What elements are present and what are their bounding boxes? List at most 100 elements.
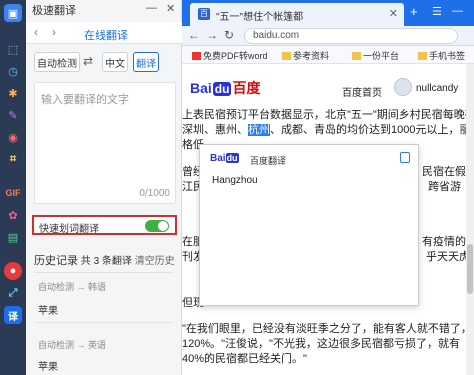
history-item-langs: 自动检测 → 韩语 — [38, 280, 106, 293]
arrow-right-icon: → — [76, 340, 89, 350]
refresh-icon[interactable]: ↻ — [224, 28, 234, 42]
app-logo-icon[interactable]: ▣ — [4, 4, 22, 22]
history-header: 历史记录 共 3 条翻译 清空历史 — [34, 252, 175, 268]
folder-icon — [352, 52, 361, 60]
popup-result: Hangzhou — [212, 175, 258, 186]
record-icon[interactable]: ◉ — [4, 128, 22, 146]
article-line: 120%。"汪俊说，"不光我，这边很多民宿都亏损了，就有 — [182, 338, 460, 350]
bookmark-reference[interactable]: 参考资料 — [282, 49, 329, 62]
crop-icon[interactable]: ⌗ — [4, 150, 22, 168]
expand-icon[interactable]: ⤢ — [4, 284, 22, 302]
video-icon[interactable]: ● — [4, 262, 22, 280]
divider — [34, 272, 174, 273]
nav-title: 在线翻译 — [84, 30, 128, 42]
scroll-thumb[interactable] — [467, 244, 473, 294]
baidu-favicon-icon: 百 — [198, 8, 210, 20]
source-language-select[interactable]: 自动检测 — [34, 52, 80, 72]
input-placeholder: 输入要翻译的文字 — [41, 94, 129, 106]
baidu-home-link[interactable]: 百度首页 — [342, 84, 382, 99]
translator-panel: 极速翻译 — ✕ ‹ › 在线翻译 自动检测 ⇄ 中文 翻译 输入要翻译的文字 … — [26, 0, 182, 375]
article-fragment: 民宿在假 — [422, 166, 466, 178]
article-fragment: 乎天天虎 — [426, 251, 470, 263]
swap-languages-icon[interactable]: ⇄ — [83, 54, 93, 68]
popup-baidu-logo: Baidu — [210, 153, 239, 164]
history-item-word[interactable]: 苹果 — [38, 358, 58, 373]
browser-tab[interactable]: 百 "五一"想住个帐篷都 ✕ — [190, 3, 404, 26]
history-to-lang: 英语 — [88, 340, 107, 350]
toggle-knob — [158, 221, 168, 231]
history-item-langs: 自动检测 → 英语 — [38, 338, 106, 351]
paint-icon[interactable]: ✿ — [4, 206, 22, 224]
history-from-lang: 自动检测 — [38, 282, 75, 292]
baidu-logo-cn: 百度 — [232, 80, 261, 96]
target-language-select[interactable]: 中文 — [102, 52, 128, 72]
close-button[interactable]: ✕ — [166, 2, 175, 15]
avatar[interactable] — [394, 78, 412, 96]
bookmark-platform[interactable]: 一份平台 — [352, 49, 399, 62]
clock-icon[interactable]: ◷ — [4, 62, 22, 80]
quick-translate-toggle[interactable] — [145, 220, 169, 232]
address-text: baidu.com — [253, 30, 300, 41]
history-item-word[interactable]: 苹果 — [38, 302, 58, 317]
forward-arrow-icon[interactable]: › — [52, 25, 56, 39]
folder-icon — [282, 52, 291, 60]
baidu-logo-du: du — [212, 82, 232, 96]
translation-popup: Baidu 百度翻译 Hangzhou — [199, 144, 419, 306]
history-from-lang: 自动检测 — [38, 340, 75, 350]
address-bar[interactable]: baidu.com — [244, 28, 458, 44]
web-page: Bai du 百度 百度首页 nullcandy 上表民宿预订平台数据显示，北京"五… — [182, 64, 474, 375]
selected-text[interactable]: 杭州 — [248, 124, 270, 136]
history-to-lang: 韩语 — [88, 282, 107, 292]
copy-icon[interactable] — [400, 152, 410, 163]
bookmark-mobile[interactable]: 手机书签 — [418, 49, 465, 62]
browser-window: 百 "五一"想住个帐篷都 ✕ + ☰ — ← → ↻ baidu.com 免费P… — [182, 0, 474, 375]
baidu-logo[interactable]: Bai du 百度 — [190, 78, 260, 98]
bug-icon[interactable]: ✱ — [4, 84, 22, 102]
article-line: "在我们眼里，已经没有淡旺季之分了，能有客人就不错了，现 — [182, 323, 474, 335]
article-fragment: 跨省游 — [428, 181, 461, 193]
bookmarks-bar: 免费PDF转word 参考资料 一份平台 手机书签 — [182, 46, 474, 64]
bookmark-label: 手机书签 — [429, 51, 466, 61]
panel-nav: ‹ › 在线翻译 — [26, 22, 182, 44]
folder-icon — [418, 52, 427, 60]
quick-translate-label: 快速划词翻译 — [39, 224, 99, 235]
quick-translate-row: 快速划词翻译 — [32, 215, 177, 235]
article-text: 、成都、青岛的均价达到1000元以上，丽江乡 — [270, 124, 474, 136]
browser-toolbar: ← → ↻ baidu.com — [182, 26, 474, 46]
article-text: 深圳、惠州、 — [182, 124, 248, 136]
app-icon-rail: ▣ ⬚ ◷ ✱ ✎ ◉ ⌗ GIF ✿ ▤ ● ⤢ 译 — [0, 0, 26, 375]
history-count: 3 — [93, 256, 100, 267]
back-icon[interactable]: ← — [188, 28, 200, 42]
window-minimize-icon[interactable]: — — [452, 5, 463, 17]
edit-icon[interactable]: ✎ — [4, 106, 22, 124]
translate-button[interactable]: 翻译 — [133, 52, 159, 72]
gif-icon[interactable]: GIF — [4, 184, 22, 202]
page-scrollbar[interactable] — [466, 64, 474, 375]
article-line: 上表民宿预订平台数据显示，北京"五一"期间乡村民宿每晚夜 — [182, 109, 474, 121]
tab-close-icon[interactable]: ✕ — [389, 7, 398, 20]
screenshot-icon[interactable]: ⬚ — [4, 40, 22, 58]
popup-logo-du: du — [225, 153, 239, 163]
article-line: 40%的民宿都已经关门。" — [182, 353, 307, 365]
history-count-prefix: 共 — [80, 256, 91, 267]
tab-list-icon[interactable]: ☰ — [432, 5, 442, 18]
divider — [34, 322, 174, 323]
translate-icon[interactable]: 译 — [4, 306, 22, 324]
translate-input[interactable]: 输入要翻译的文字 0/1000 — [34, 82, 176, 204]
layers-icon[interactable]: ▤ — [4, 228, 22, 246]
bookmark-label: 参考资料 — [293, 51, 330, 61]
pdf-icon — [192, 52, 201, 60]
clear-history-link[interactable]: 清空历史 — [135, 256, 175, 267]
forward-icon[interactable]: → — [206, 28, 218, 42]
panel-title: 极速翻译 — [32, 5, 76, 17]
new-tab-icon[interactable]: + — [410, 4, 418, 19]
bookmark-label: 一份平台 — [363, 51, 400, 61]
minimize-button[interactable]: — — [146, 2, 157, 14]
bookmark-label: 免费PDF转word — [203, 51, 268, 61]
history-title: 历史记录 — [34, 255, 78, 267]
username[interactable]: nullcandy — [416, 83, 458, 94]
back-arrow-icon[interactable]: ‹ — [34, 25, 38, 39]
screen: ▣ ⬚ ◷ ✱ ✎ ◉ ⌗ GIF ✿ ▤ ● ⤢ 译 极速翻译 — ✕ ‹ ›… — [0, 0, 474, 375]
bookmark-pdf[interactable]: 免费PDF转word — [192, 49, 268, 62]
tab-bar: 百 "五一"想住个帐篷都 ✕ + ☰ — — [182, 0, 474, 26]
